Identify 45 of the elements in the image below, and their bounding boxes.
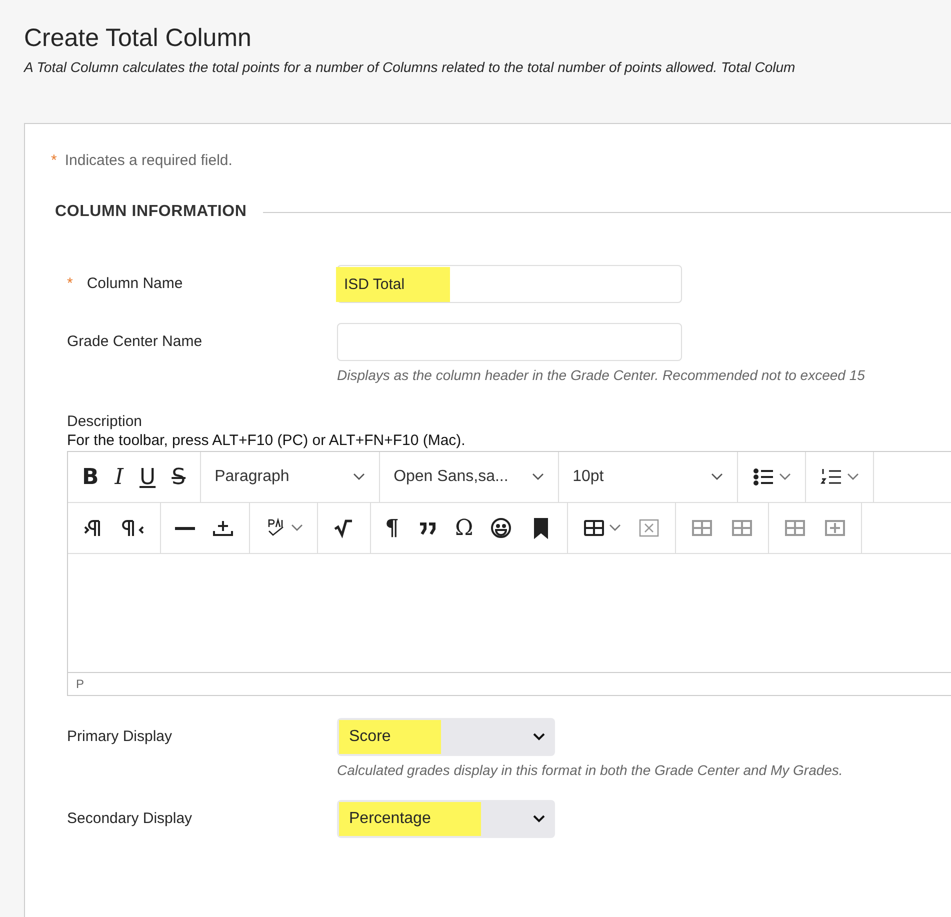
bullets-icon: [752, 466, 776, 488]
section-title: COLUMN INFORMATION: [55, 203, 247, 221]
page-description: A Total Column calculates the total points for a number of Columns related to the total number of points allowed. Total Colum: [24, 59, 796, 75]
emoji-icon: [489, 517, 514, 539]
select-dropdown[interactable]: Score: [337, 718, 555, 756]
required-note: Indicates a required field.: [64, 152, 232, 169]
hr-icon: [175, 526, 195, 530]
caret-icon: [846, 473, 859, 481]
bold-button[interactable]: B: [74, 457, 107, 497]
caret-icon: [710, 473, 723, 481]
toolbar-dropdown[interactable]: Open Sans,sa...: [386, 468, 552, 486]
table-icon: [582, 517, 606, 539]
field-label: Primary Display: [67, 728, 172, 747]
italic-button[interactable]: I: [106, 457, 132, 497]
underline-button[interactable]: U: [131, 457, 164, 497]
field-hint: Calculated grades display in this format in both the Grade Center and My Grades.: [337, 762, 844, 778]
text-field[interactable]: [337, 323, 682, 361]
caret-icon: [778, 473, 791, 481]
caret-icon: [532, 473, 544, 481]
toolbar-dropdown[interactable]: 10pt: [564, 468, 731, 486]
strike-button[interactable]: S: [164, 457, 194, 497]
field-label: Description: [67, 413, 144, 430]
col-insert-icon: [823, 517, 848, 539]
required-mark: *: [67, 275, 73, 294]
caret-icon: [352, 473, 365, 481]
text-field[interactable]: ISD Total: [337, 265, 682, 303]
select-dropdown[interactable]: Percentage: [337, 800, 555, 838]
delete-table-icon: [637, 517, 662, 539]
caret-icon: [291, 524, 303, 532]
page-title: Create Total Column: [24, 24, 252, 53]
field-value: ISD Total: [336, 266, 450, 302]
omega-button[interactable]: Ω: [447, 508, 482, 548]
toolbar-help: For the toolbar, press ALT+F10 (PC) or ALT+FN+F10 (Mac).: [67, 432, 466, 449]
field-hint: Displays as the column header in the Grade Center. Recommended not to exceed 15: [337, 367, 866, 383]
rtl-icon: [122, 517, 146, 539]
field-label: Grade Center Name: [67, 333, 202, 352]
toolbar-dropdown[interactable]: Paragraph: [206, 468, 373, 486]
caret-icon: [533, 733, 545, 741]
field-label: Secondary Display: [67, 810, 192, 829]
field-label: Column Name: [86, 275, 183, 294]
element-path: P: [76, 677, 84, 691]
caret-icon: [609, 524, 622, 532]
caret-icon: [533, 815, 545, 823]
pilcrow-button[interactable]: ¶: [377, 508, 407, 548]
required-mark: *: [51, 152, 57, 169]
